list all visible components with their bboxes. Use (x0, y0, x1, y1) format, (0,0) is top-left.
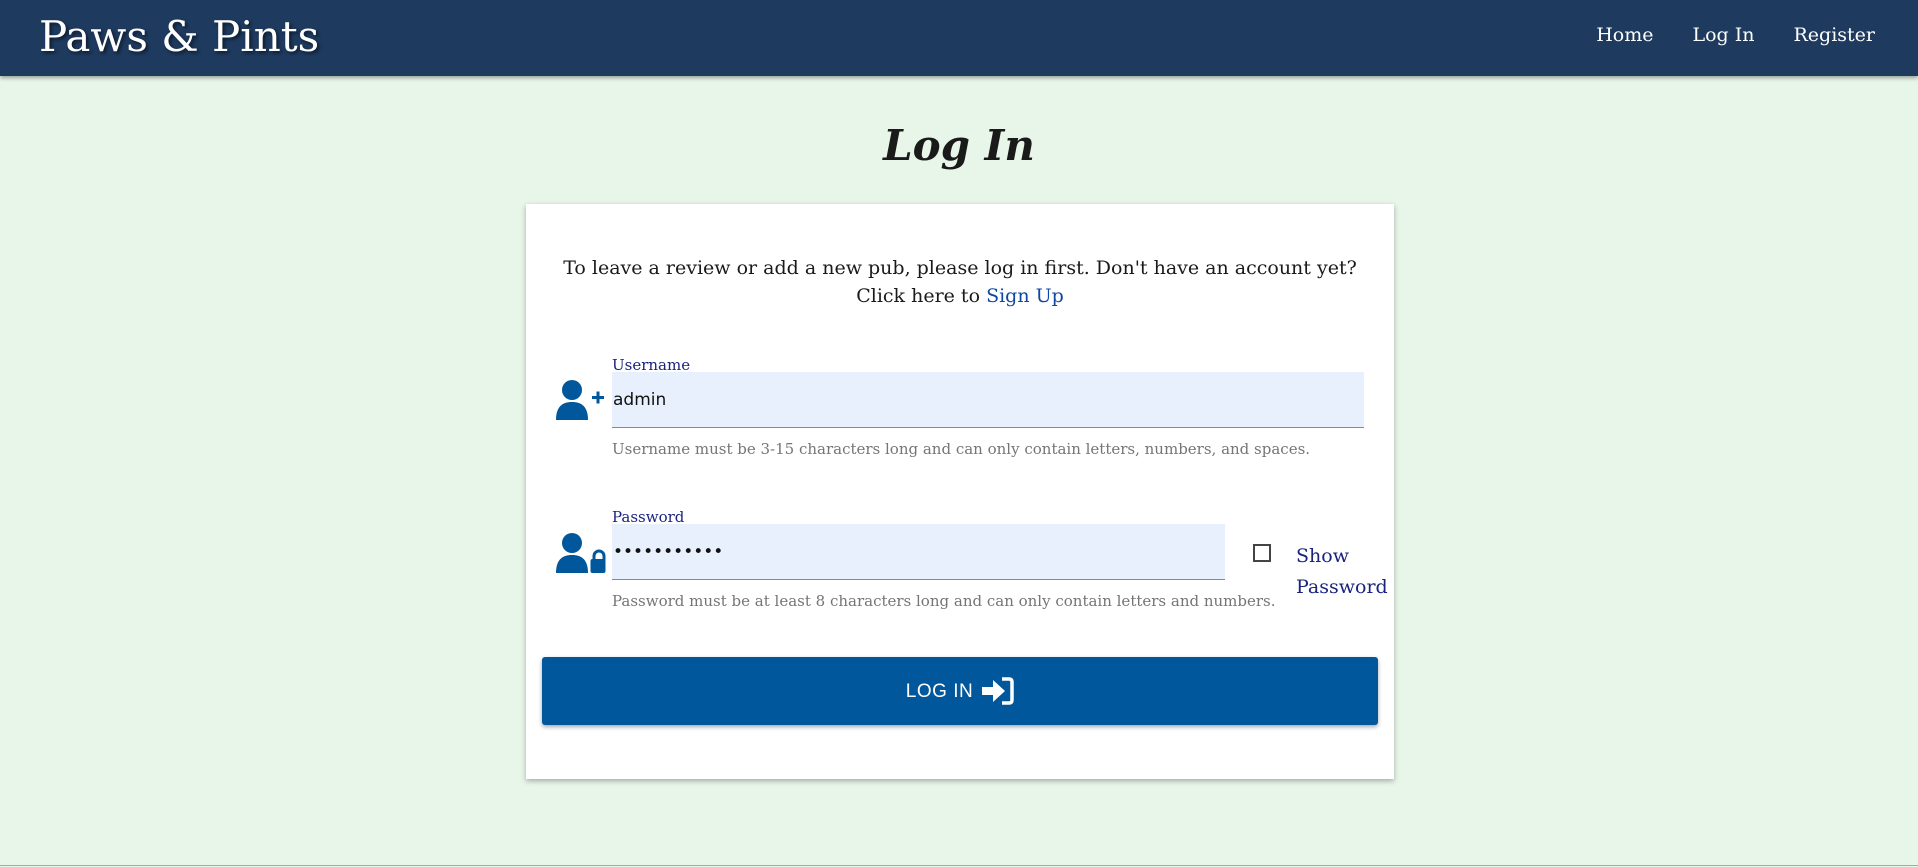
nav-links: Home Log In Register (1596, 24, 1875, 46)
login-card: To leave a review or add a new pub, plea… (526, 204, 1394, 779)
sign-in-icon (982, 677, 1014, 705)
password-input[interactable] (612, 524, 1225, 580)
login-button[interactable]: LOG IN (542, 657, 1378, 725)
intro-message: To leave a review or add a new pub, plea… (563, 257, 1357, 307)
nav-link-home[interactable]: Home (1596, 24, 1653, 46)
signup-link[interactable]: Sign Up (986, 285, 1064, 307)
nav-link-register[interactable]: Register (1793, 24, 1875, 46)
user-plus-icon (556, 380, 604, 420)
user-lock-icon (556, 533, 606, 573)
show-password-checkbox[interactable] (1253, 544, 1271, 562)
page-title: Log In (883, 121, 1035, 170)
nav-link-login[interactable]: Log In (1692, 24, 1754, 46)
navbar: Paws & Pints Home Log In Register (0, 0, 1918, 76)
password-helper-text: Password must be at least 8 characters l… (612, 592, 1276, 610)
brand-logo[interactable]: Paws & Pints (39, 12, 319, 61)
username-input[interactable] (612, 372, 1364, 428)
show-password-label[interactable]: Show Password (1296, 541, 1392, 603)
username-helper-text: Username must be 3-15 characters long an… (612, 440, 1311, 458)
intro-text: To leave a review or add a new pub, plea… (552, 254, 1368, 310)
footer-divider (0, 865, 1918, 866)
login-button-label: LOG IN (905, 681, 974, 702)
